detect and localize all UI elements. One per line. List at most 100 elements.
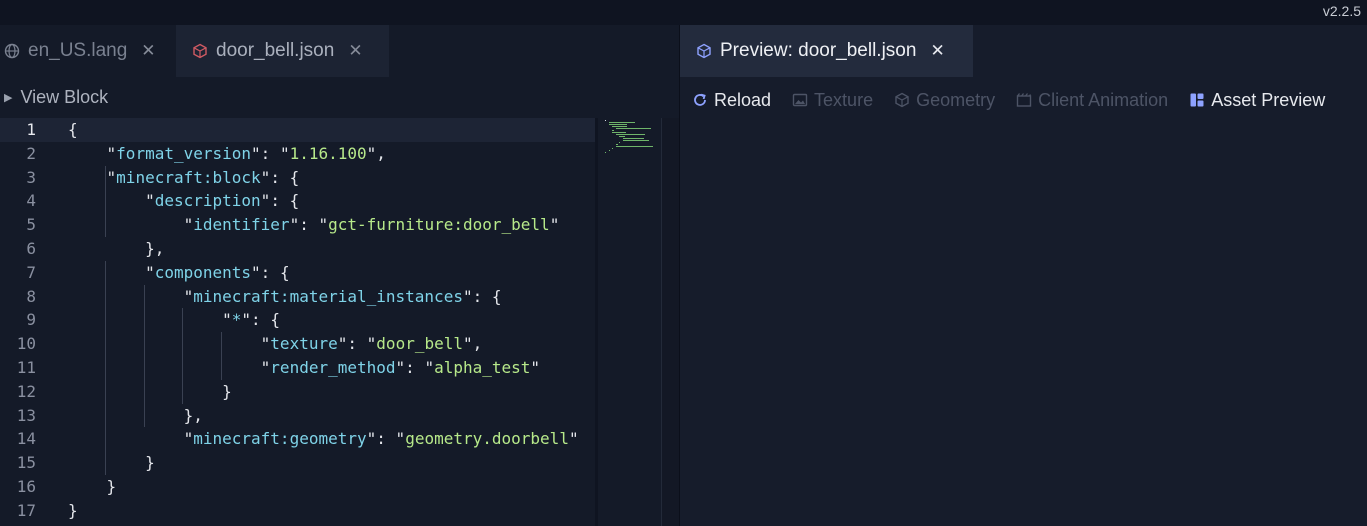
- indent-guide: [182, 308, 184, 404]
- minimap-line: [619, 142, 621, 143]
- code-editor[interactable]: 1{2 "format_version": "1.16.100", 3 "mine…: [0, 118, 595, 526]
- cube-icon: [893, 92, 911, 108]
- code-line[interactable]: 1{: [0, 118, 595, 142]
- line-number: 7: [26, 262, 36, 282]
- minimap-line: [612, 126, 627, 127]
- code-line[interactable]: 12 }: [0, 380, 595, 404]
- tab-en-us-lang[interactable]: en_US.lang ✕: [0, 25, 172, 77]
- editor-scrollbar-gutter: [595, 118, 598, 526]
- dashboard-icon: [1188, 92, 1206, 108]
- editor-tab-bar: en_US.lang ✕ door_bell.json ✕: [0, 25, 679, 77]
- code-text: "format_version": "1.16.100",: [106, 143, 386, 163]
- code-line[interactable]: 2 "format_version": "1.16.100",: [0, 142, 595, 166]
- code-text: }: [68, 453, 155, 473]
- vertical-scrollbar[interactable]: [661, 118, 680, 526]
- code-line[interactable]: 13 },: [0, 404, 595, 428]
- texture-label: Texture: [814, 89, 874, 110]
- asset-preview-label: Asset Preview: [1211, 89, 1326, 110]
- code-line[interactable]: 11 "render_method": "alpha_test": [0, 356, 595, 380]
- preview-pane: Preview: door_bell.json ✕ Reload Texture…: [680, 25, 1367, 526]
- preview-toolbar: Reload Texture Geometry Client Animation…: [680, 87, 1345, 113]
- code-text: "minecraft:geometry": "geometry.doorbell…: [183, 429, 579, 449]
- line-number: 1: [26, 120, 36, 139]
- close-icon[interactable]: ✕: [141, 41, 155, 61]
- code-minimap[interactable]: [600, 118, 660, 526]
- code-line[interactable]: 9 "*": {: [0, 308, 595, 332]
- title-bar: v2.2.5: [0, 0, 1367, 25]
- code-line[interactable]: 4 "description": {: [0, 189, 595, 213]
- tab-label: door_bell.json: [216, 40, 335, 61]
- line-number: 2: [26, 143, 36, 163]
- texture-button[interactable]: Texture: [791, 90, 873, 111]
- indent-guide: [220, 332, 222, 380]
- code-text: }: [68, 381, 232, 401]
- view-block-toggle[interactable]: ▶ View Block: [4, 87, 108, 108]
- line-number: 10: [16, 334, 36, 354]
- line-number: 5: [26, 215, 36, 235]
- code-line[interactable]: 6 },: [0, 237, 595, 261]
- geometry-label: Geometry: [916, 89, 996, 110]
- minimap-line: [608, 150, 610, 151]
- line-number: 6: [26, 239, 36, 258]
- version-label: v2.2.5: [1322, 3, 1361, 19]
- preview-tab-bar: Preview: door_bell.json ✕: [680, 25, 1367, 77]
- line-number: 8: [26, 286, 36, 306]
- line-number: 17: [16, 500, 36, 520]
- code-text: "render_method": "alpha_test": [260, 358, 541, 377]
- minimap-line: [612, 130, 614, 131]
- minimap-line: [605, 152, 606, 153]
- code-text: "*": {: [222, 310, 280, 330]
- view-block-label: View Block: [20, 87, 109, 107]
- client-animation-button[interactable]: Client Animation: [1015, 90, 1168, 111]
- code-line[interactable]: 10 "texture": "door_bell",: [0, 332, 595, 356]
- geometry-button[interactable]: Geometry: [893, 90, 995, 111]
- minimap-line: [615, 128, 651, 129]
- code-line[interactable]: 14 "minecraft:geometry": "geometry.doorb…: [0, 427, 595, 451]
- line-number: 12: [16, 381, 36, 401]
- code-text: },: [68, 405, 203, 425]
- minimap-line: [623, 138, 644, 139]
- code-line[interactable]: 16 }: [0, 475, 595, 499]
- tab-preview-door-bell[interactable]: Preview: door_bell.json ✕: [680, 25, 973, 77]
- line-number: 3: [26, 167, 36, 187]
- line-number: 9: [26, 310, 36, 330]
- minimap-line: [623, 140, 650, 141]
- minimap-line: [615, 146, 653, 147]
- close-icon[interactable]: ✕: [348, 41, 362, 61]
- line-number: 15: [16, 453, 36, 473]
- globe-icon: [2, 43, 22, 59]
- line-number: 11: [16, 358, 36, 377]
- code-text: },: [68, 239, 165, 258]
- minimap-line: [612, 148, 614, 149]
- line-number: 13: [16, 405, 36, 425]
- triangle-right-icon: ▶: [4, 92, 13, 104]
- minimap-line: [615, 134, 646, 135]
- code-line[interactable]: 3 "minecraft:block": {: [0, 166, 595, 190]
- code-line[interactable]: 15 }: [0, 451, 595, 475]
- code-line[interactable]: 7 "components": {: [0, 261, 595, 285]
- minimap-line: [608, 124, 627, 125]
- line-number: 4: [26, 191, 36, 211]
- code-line[interactable]: 17}: [0, 499, 595, 523]
- minimap-line: [619, 136, 625, 137]
- cube-icon: [694, 43, 714, 59]
- code-line[interactable]: 5 "identifier": "gct-furniture:door_bell…: [0, 213, 595, 237]
- minimap-line: [608, 122, 635, 123]
- code-text: {: [68, 120, 78, 139]
- close-icon[interactable]: ✕: [930, 41, 944, 61]
- minimap-line: [612, 132, 626, 133]
- tab-door-bell-json[interactable]: door_bell.json ✕: [176, 25, 389, 77]
- image-icon: [791, 92, 809, 108]
- reload-button[interactable]: Reload: [691, 90, 771, 111]
- movie-icon: [1015, 92, 1033, 108]
- cube-icon: [190, 43, 210, 59]
- client-animation-label: Client Animation: [1038, 89, 1169, 110]
- code-text: "texture": "door_bell",: [260, 334, 483, 354]
- code-text: "minecraft:material_instances": {: [183, 286, 502, 306]
- reload-icon: [691, 92, 709, 108]
- code-line[interactable]: 8 "minecraft:material_instances": {: [0, 285, 595, 309]
- reload-label: Reload: [714, 89, 772, 110]
- indent-guide: [105, 260, 107, 475]
- line-number: 14: [16, 429, 36, 449]
- asset-preview-button[interactable]: Asset Preview: [1188, 90, 1325, 111]
